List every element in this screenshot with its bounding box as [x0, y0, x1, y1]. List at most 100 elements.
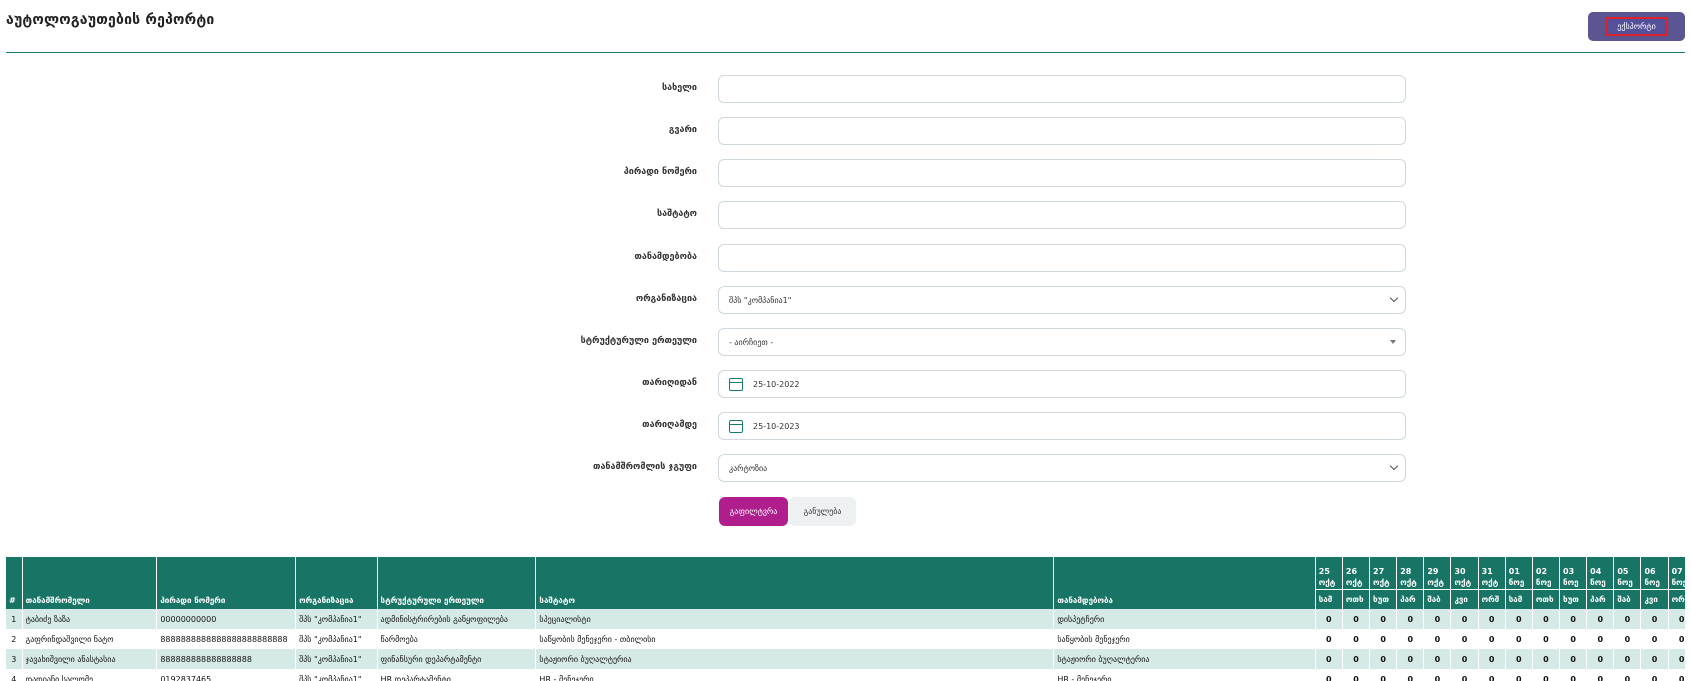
day-value: 0 [1315, 629, 1343, 649]
employee-group-label: თანამშრომლის ჯგუფი [593, 462, 697, 472]
day-value: 0 [1532, 629, 1561, 649]
row-position: HR - მენეჯერი [1053, 669, 1316, 681]
export-button[interactable]: ექსპორტი [1588, 12, 1685, 41]
day-value: 0 [1668, 669, 1685, 681]
day-header: 05 ნოე [1613, 557, 1642, 590]
day-header: 25 ოქტ [1315, 557, 1343, 590]
staff-label: საშტატო [657, 209, 697, 219]
export-button-label: ექსპორტი [1605, 17, 1668, 36]
day-value: 0 [1478, 669, 1506, 681]
employee-group-select[interactable]: კარტოზია [718, 454, 1406, 482]
first-name-input[interactable] [718, 75, 1406, 103]
day-header: 28 ოქტ [1396, 557, 1425, 590]
row-personal-id: 00000000000 [156, 609, 297, 629]
position-input[interactable] [718, 244, 1406, 272]
day-value: 0 [1342, 609, 1371, 629]
weekday-header: პარ [1396, 589, 1425, 609]
row-organization: შპს "კომპანია1" [295, 629, 378, 649]
row-personal-id: 0192837465 [156, 669, 297, 681]
personal-id-input[interactable] [718, 159, 1406, 187]
day-header: 04 ნოე [1586, 557, 1615, 590]
day-header: 27 ოქტ [1369, 557, 1398, 590]
day-value: 0 [1315, 649, 1343, 669]
row-unit: ადმინისტრირების განყოფილება [377, 609, 537, 629]
employee-group-value: კარტოზია [729, 463, 768, 473]
day-header: 26 ოქტ [1342, 557, 1371, 590]
day-value: 0 [1668, 609, 1685, 629]
day-value: 0 [1342, 649, 1371, 669]
col-organization-header[interactable]: ორგანიზაცია [295, 557, 378, 609]
day-value: 0 [1532, 609, 1561, 629]
weekday-header: კვი [1640, 589, 1669, 609]
date-from-value: 25-10-2022 [753, 379, 800, 389]
day-value: 0 [1640, 609, 1669, 629]
first-name-row: სახელი [0, 75, 1691, 103]
row-unit: ფინანსური დეპარტამენტი [377, 649, 537, 669]
table-row[interactable]: 4 დადიანი სალომე 0192837465 შპს "კომპანი… [6, 669, 1685, 681]
day-value: 0 [1586, 629, 1615, 649]
weekday-header: პარ [1586, 589, 1615, 609]
day-header: 03 ნოე [1559, 557, 1588, 590]
row-employee: გაფრინდაშვილი ნატო [22, 629, 158, 649]
calendar-icon[interactable] [729, 377, 743, 391]
day-header: 07 ნოე [1668, 557, 1685, 590]
table-row[interactable]: 2 გაფრინდაშვილი ნატო 8888888888888888888… [6, 629, 1685, 649]
weekday-header: ოთხ [1342, 589, 1371, 609]
weekday-header: სამ [1315, 589, 1343, 609]
clear-button[interactable]: განულება [789, 497, 856, 526]
day-value: 0 [1342, 669, 1371, 681]
organization-select[interactable]: შპს "კომპანია1" [718, 286, 1406, 314]
header-row-top: # თანამშრომელი პირადი ნომერი ორგანიზაცია… [6, 557, 1685, 609]
calendar-icon[interactable] [729, 419, 743, 433]
organization-value: შპს "კომპანია1" [729, 295, 792, 305]
day-value: 0 [1423, 649, 1452, 669]
col-staff-header[interactable]: საშტატო [535, 557, 1055, 609]
position-label: თანამდებობა [634, 252, 697, 262]
day-value: 0 [1532, 669, 1561, 681]
day-value: 0 [1559, 609, 1588, 629]
day-value: 0 [1586, 669, 1615, 681]
employee-group-row: თანამშრომლის ჯგუფი კარტოზია [0, 454, 1691, 482]
weekday-header: ორშ [1668, 589, 1685, 609]
report-table: # თანამშრომელი პირადი ნომერი ორგანიზაცია… [6, 557, 1685, 681]
col-unit-header[interactable]: სტრუქტურული ერთეული [377, 557, 537, 609]
weekday-header: შაბ [1423, 589, 1452, 609]
date-from-input[interactable]: 25-10-2022 [718, 370, 1406, 398]
staff-input[interactable] [718, 201, 1406, 229]
day-value: 0 [1640, 649, 1669, 669]
row-organization: შპს "კომპანია1" [295, 669, 378, 681]
day-value: 0 [1613, 669, 1642, 681]
page-title: აუტოლოგაუთების რეპორტი [6, 12, 215, 28]
row-index: 4 [6, 669, 23, 681]
table-row[interactable]: 3 ჯავახიშვილი ანასტასია 8888888888888888… [6, 649, 1685, 669]
structural-unit-select[interactable]: - აირჩიეთ - [718, 328, 1406, 356]
day-value: 0 [1505, 629, 1533, 649]
day-value: 0 [1586, 609, 1615, 629]
chevron-down-icon [1389, 461, 1399, 471]
position-row: თანამდებობა [0, 244, 1691, 272]
row-organization: შპს "კომპანია1" [295, 609, 378, 629]
filter-button[interactable]: გაფილტვრა [719, 497, 788, 526]
last-name-input[interactable] [718, 117, 1406, 145]
table-row[interactable]: 1 ტაბიძე ზაზა 00000000000 შპს "კომპანია1… [6, 609, 1685, 629]
col-employee-header[interactable]: თანამშრომელი [22, 557, 158, 609]
report-table-container[interactable]: # თანამშრომელი პირადი ნომერი ორგანიზაცია… [6, 557, 1685, 681]
row-position: სტაჟიორი ბუღალტერია [1053, 649, 1316, 669]
day-value: 0 [1369, 649, 1398, 669]
row-position: დისპეტჩერი [1053, 609, 1316, 629]
row-organization: შპს "კომპანია1" [295, 649, 378, 669]
row-staff: სპეციალისტი [535, 609, 1055, 629]
day-header: 06 ნოე [1640, 557, 1669, 590]
caret-down-icon [1390, 340, 1396, 344]
day-value: 0 [1315, 609, 1343, 629]
day-value: 0 [1640, 669, 1669, 681]
col-personal-id-header[interactable]: პირადი ნომერი [156, 557, 297, 609]
row-staff: საწყობის მენეჯერი - თბილისი [535, 629, 1055, 649]
day-value: 0 [1505, 669, 1533, 681]
date-to-input[interactable]: 25-10-2023 [718, 412, 1406, 440]
day-value: 0 [1478, 649, 1506, 669]
day-value: 0 [1505, 609, 1533, 629]
col-position-header[interactable]: თანამდებობა [1053, 557, 1316, 609]
day-value: 0 [1505, 649, 1533, 669]
day-header: 02 ნოე [1532, 557, 1561, 590]
